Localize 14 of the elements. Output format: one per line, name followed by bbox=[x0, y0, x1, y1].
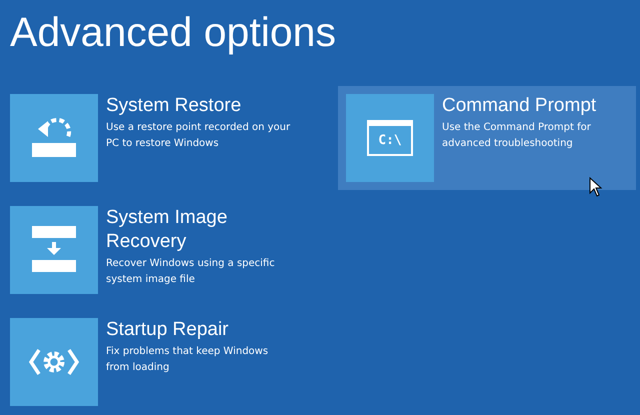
option-tile[interactable]: System Restore Use a restore point recorded on your PC to restore Windows bbox=[2, 86, 300, 190]
option-title: System Image Recovery bbox=[106, 206, 228, 254]
console-window-icon: C:\ bbox=[367, 120, 413, 156]
option-description: Use a restore point recorded on your PC to restore Windows bbox=[106, 121, 292, 151]
page-title: Advanced options bbox=[10, 8, 336, 57]
option-title: Startup Repair bbox=[106, 318, 229, 342]
option-description: Use the Command Prompt for advanced troubleshooting bbox=[442, 121, 592, 151]
option-tile[interactable]: System Image Recovery Recover Windows using a specific system image file bbox=[2, 198, 300, 302]
option-description: Fix problems that keep Windows from loading bbox=[106, 345, 270, 375]
option-title: System Restore bbox=[106, 94, 242, 118]
option-title: Command Prompt bbox=[442, 94, 596, 118]
option-tile[interactable]: Startup Repair Fix problems that keep Windows from loading bbox=[2, 310, 300, 414]
option-tile[interactable]: C:\ Command Prompt Use the Command Prompt for advanced troubleshooting bbox=[338, 86, 636, 190]
option-description: Recover Windows using a specific system image file bbox=[106, 257, 276, 287]
